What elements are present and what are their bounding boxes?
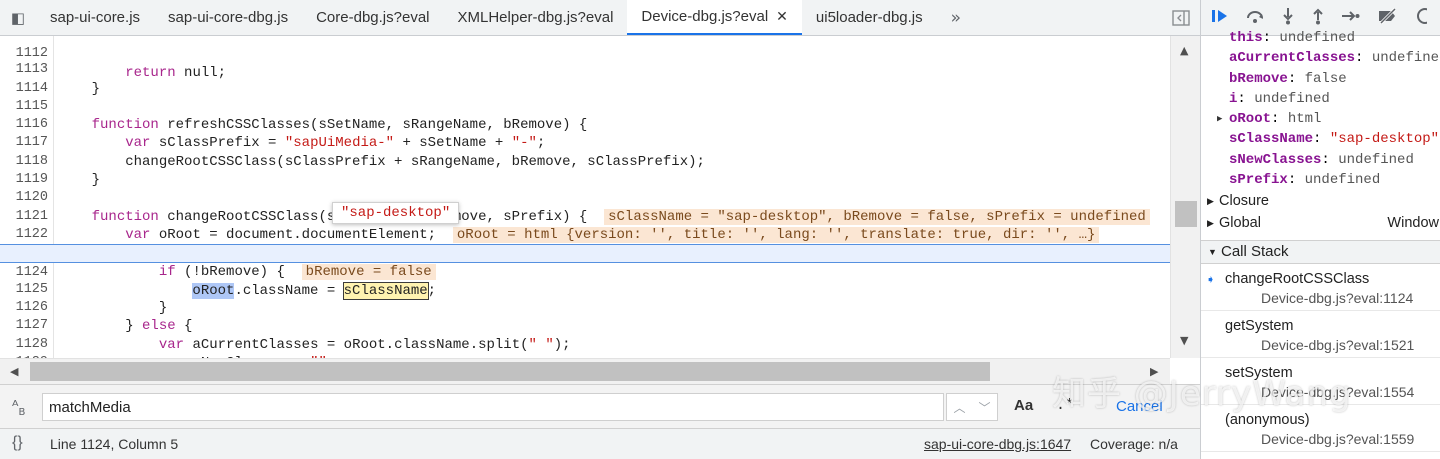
code-editor[interactable]: 1112 return null; 1113 } 1114 1115 funct…: [0, 36, 1170, 358]
scope-pane: this: undefined aCurrentClasses: undefin…: [1201, 30, 1440, 234]
cursor-position: Line 1124, Column 5: [50, 436, 179, 452]
scroll-thumb[interactable]: [1175, 201, 1197, 227]
scope-variable[interactable]: sClassName: "sap-desktop": [1201, 129, 1440, 149]
status-bar: {} Line 1124, Column 5 sap-ui-core-dbg.j…: [0, 428, 1200, 459]
next-match-icon[interactable]: ﹀: [978, 399, 990, 416]
scope-variable[interactable]: i: undefined: [1201, 89, 1440, 109]
code-line: 1126 } else {: [0, 281, 1170, 334]
pretty-print-icon[interactable]: {}: [12, 434, 23, 452]
code-line: 1127 var aCurrentClasses = oRoot.classNa…: [0, 299, 1170, 352]
step-icon[interactable]: [1341, 8, 1361, 28]
more-tabs-icon[interactable]: »: [937, 0, 975, 35]
tab-device-dbg[interactable]: Device-dbg.js?eval ✕: [627, 0, 802, 35]
code-line: 1125 }: [0, 263, 1170, 316]
code-line: 1114: [0, 61, 1170, 96]
expand-triangle-icon: ▶: [1207, 196, 1214, 207]
call-frame[interactable]: ➧ changeRootCSSClass Device-dbg.js?eval:11…: [1201, 264, 1440, 311]
code-line: 1119: [0, 153, 1170, 187]
tab-label: Core-dbg.js?eval: [316, 9, 430, 26]
editor-tab-bar: ◧ sap-ui-core.js sap-ui-core-dbg.js Core…: [0, 0, 1200, 36]
previous-match-icon[interactable]: ︿: [953, 399, 965, 416]
scroll-up-icon[interactable]: ▲: [1180, 44, 1188, 57]
search-input[interactable]: [42, 393, 944, 421]
close-tab-icon[interactable]: ✕: [776, 8, 788, 25]
hover-value-tooltip: "sap-desktop": [332, 202, 460, 224]
code-line: 1115 function refreshCSSClasses(sSetName…: [0, 80, 1170, 133]
scroll-left-icon[interactable]: ◀: [10, 365, 18, 378]
expand-triangle-icon[interactable]: ▶: [1217, 109, 1222, 129]
devtools-sources-panel: { "tabs": [ {"label":"sap-ui-core.js"}, …: [0, 0, 1440, 459]
search-bar: ᴬB ︿ ﹀ Aa .* Cancel: [0, 384, 1200, 428]
replace-toggle-icon[interactable]: ᴬB: [12, 397, 25, 418]
tab-core-dbg[interactable]: Core-dbg.js?eval: [302, 0, 443, 35]
scroll-thumb[interactable]: [30, 362, 990, 381]
scope-variable[interactable]: sNewClasses: undefined: [1201, 150, 1440, 170]
tab-label: Device-dbg.js?eval: [641, 8, 769, 25]
step-into-icon[interactable]: [1281, 7, 1295, 29]
tab-label: XMLHelper-dbg.js?eval: [457, 9, 614, 26]
current-execution-line: 1124 oRoot.className = sClassName;: [0, 244, 1170, 300]
code-line: 1128 var sNewClasses = "";: [0, 318, 1170, 358]
toggle-debugger-sidebar-icon[interactable]: [1172, 0, 1190, 36]
scope-variable[interactable]: sPrefix: undefined: [1201, 170, 1440, 190]
code-line: 1122 if (oRoot.className.length: [0, 208, 1170, 261]
resume-icon[interactable]: [1211, 8, 1229, 28]
match-case-button[interactable]: Aa: [1014, 397, 1033, 414]
scope-variable[interactable]: bRemove: false: [1201, 69, 1440, 89]
scroll-down-icon[interactable]: ▼: [1180, 334, 1188, 347]
call-stack-list: ➧ changeRootCSSClass Device-dbg.js?eval:11…: [1201, 264, 1440, 452]
search-nav: ︿ ﹀: [946, 393, 998, 421]
scope-closure[interactable]: ▶ Closure: [1201, 190, 1440, 212]
code-line: 1117 changeRootCSSClass(sClassPrefix + s…: [0, 116, 1170, 169]
tab-ui5loader-dbg[interactable]: ui5loader-dbg.js: [802, 0, 937, 35]
deactivate-breakpoints-icon[interactable]: [1377, 7, 1399, 28]
tab-label: sap-ui-core.js: [50, 9, 141, 26]
code-line: 1123 if (!bRemove) { bRemove = false: [0, 226, 1170, 280]
pause-on-exceptions-icon[interactable]: [1415, 7, 1433, 28]
scope-variable[interactable]: aCurrentClasses: undefined: [1201, 48, 1440, 68]
step-out-icon[interactable]: [1311, 7, 1325, 29]
call-frame[interactable]: getSystem Device-dbg.js?eval:1521: [1201, 311, 1440, 358]
code-line: 1113 }: [0, 43, 1170, 96]
current-frame-arrow-icon: ➧: [1206, 274, 1216, 286]
code-line: 1121 var oRoot = document.documentElemen…: [0, 189, 1170, 243]
tab-label: ui5loader-dbg.js: [815, 9, 923, 26]
source-link[interactable]: sap-ui-core-dbg.js:1647: [924, 436, 1071, 452]
tab-sap-ui-core[interactable]: sap-ui-core.js: [36, 0, 154, 35]
tab-label: sap-ui-core-dbg.js: [168, 9, 289, 26]
scope-variable[interactable]: ▶ oRoot: html: [1201, 109, 1440, 129]
global-value: Window: [1387, 215, 1439, 232]
code-line: 1116 var sClassPrefix = "sapUiMedia-" + …: [0, 98, 1170, 151]
expand-triangle-icon: ▶: [1207, 218, 1214, 229]
toggle-navigator-icon[interactable]: ◧: [0, 0, 36, 35]
step-over-icon[interactable]: [1245, 8, 1265, 28]
watermark: 知乎 @JerryWang: [1052, 374, 1352, 414]
code-line: 1120 function changeRootCSSClass(sClassN…: [0, 171, 1170, 225]
tab-xmlhelper-dbg[interactable]: XMLHelper-dbg.js?eval: [444, 0, 628, 35]
tab-sap-ui-core-dbg[interactable]: sap-ui-core-dbg.js: [154, 0, 302, 35]
code-line: 1129 for (var i = 0; i < aCurrentClasses…: [0, 336, 1170, 358]
coverage-status: Coverage: n/a: [1090, 436, 1178, 452]
scope-variable[interactable]: this: undefined: [1201, 28, 1440, 48]
code-line: 1118 }: [0, 135, 1170, 188]
editor-horizontal-scrollbar[interactable]: ◀ ▶: [0, 358, 1170, 384]
collapse-triangle-icon: ▼: [1208, 247, 1217, 257]
call-stack-header[interactable]: ▼ Call Stack: [1201, 240, 1440, 264]
editor-vertical-scrollbar[interactable]: ▲ ▼: [1170, 36, 1200, 358]
scope-global[interactable]: ▶ Global Window: [1201, 212, 1440, 234]
